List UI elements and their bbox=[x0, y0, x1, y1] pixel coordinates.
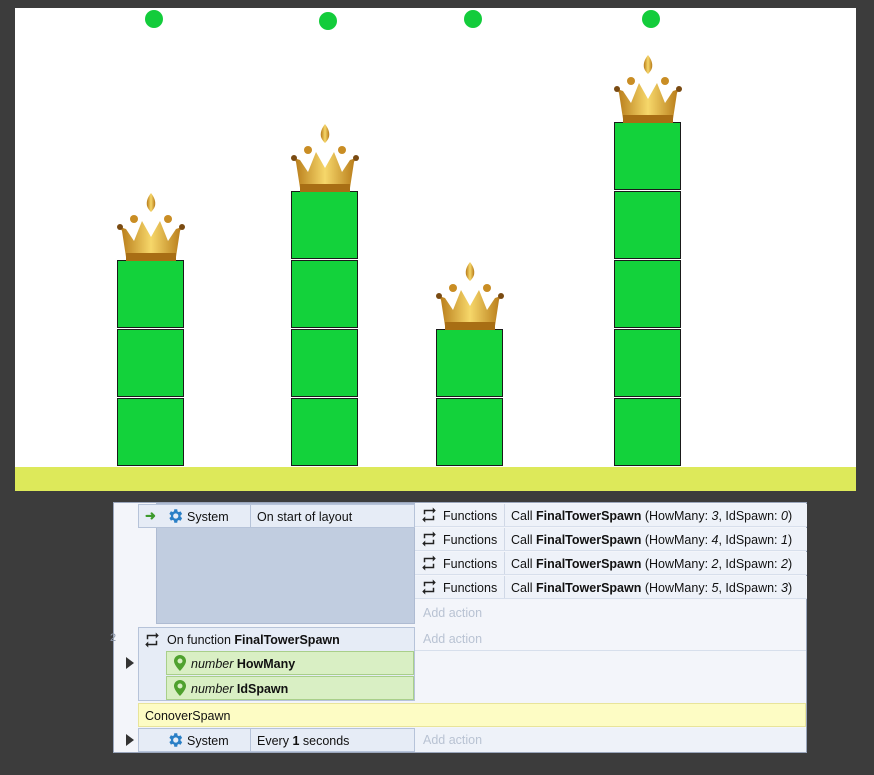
column-divider bbox=[504, 576, 505, 598]
gear-icon bbox=[169, 733, 183, 747]
function-condition-text: On function FinalTowerSpawn bbox=[167, 633, 340, 647]
tower-block bbox=[436, 329, 503, 397]
tower-block bbox=[614, 122, 681, 190]
action-text: Call FinalTowerSpawn (HowMany: 3, IdSpaw… bbox=[511, 509, 793, 523]
tower-block bbox=[614, 191, 681, 259]
event-2-line-number: 2 bbox=[110, 632, 117, 644]
tower-block bbox=[436, 398, 503, 466]
tower-block bbox=[117, 398, 184, 466]
action-row[interactable]: Functions Call FinalTowerSpawn (HowMany: … bbox=[415, 576, 807, 599]
condition-object: System bbox=[187, 510, 229, 524]
action-text: Call FinalTowerSpawn (HowMany: 2, IdSpaw… bbox=[511, 557, 793, 571]
tower-block bbox=[614, 260, 681, 328]
collapse-arrow-icon[interactable] bbox=[126, 734, 134, 746]
start-arrow-icon: ➜ bbox=[145, 508, 156, 523]
function-param-row[interactable]: number HowMany bbox=[166, 651, 414, 675]
condition-text: Every 1 seconds bbox=[257, 734, 350, 748]
action-object: Functions bbox=[443, 533, 498, 547]
column-divider bbox=[504, 552, 505, 574]
tower-block bbox=[117, 260, 184, 328]
tower-block bbox=[291, 260, 358, 328]
parameter-pin-icon bbox=[174, 680, 186, 696]
column-divider bbox=[504, 528, 505, 550]
tower-block bbox=[614, 329, 681, 397]
param-text: number IdSpawn bbox=[191, 682, 289, 696]
crown-icon bbox=[114, 191, 188, 263]
action-row[interactable]: Functions Call FinalTowerSpawn (HowMany: … bbox=[415, 528, 807, 551]
event-3[interactable]: System Every 1 seconds Add action bbox=[138, 728, 806, 752]
action-object: Functions bbox=[443, 509, 498, 523]
spawn-marker-0 bbox=[145, 10, 163, 28]
tower-block bbox=[291, 398, 358, 466]
gear-icon bbox=[169, 509, 183, 523]
condition-object: System bbox=[187, 734, 229, 748]
function-loop-icon bbox=[422, 531, 436, 547]
action-text: Call FinalTowerSpawn (HowMany: 4, IdSpaw… bbox=[511, 533, 793, 547]
parameter-pin-icon bbox=[174, 655, 186, 671]
spawn-marker-3 bbox=[642, 10, 660, 28]
action-object: Functions bbox=[443, 557, 498, 571]
tower-block bbox=[614, 398, 681, 466]
comment-row[interactable]: ConoverSpawn bbox=[138, 703, 806, 727]
tower-block bbox=[291, 191, 358, 259]
event-2-action-area[interactable] bbox=[415, 627, 806, 651]
event-1[interactable]: ➜ System On start of layout Functions Cal… bbox=[114, 503, 807, 625]
event-3-action-area[interactable]: Add action bbox=[415, 728, 806, 752]
comment-text: ConoverSpawn bbox=[145, 709, 231, 723]
spawn-marker-1 bbox=[319, 12, 337, 30]
action-row[interactable]: Functions Call FinalTowerSpawn (HowMany: … bbox=[415, 552, 807, 575]
function-param-row[interactable]: number IdSpawn bbox=[166, 676, 414, 700]
param-text: number HowMany bbox=[191, 657, 296, 671]
function-loop-icon bbox=[422, 507, 436, 523]
game-viewport bbox=[15, 8, 856, 491]
condition-row[interactable]: System Every 1 seconds bbox=[138, 728, 415, 752]
column-divider bbox=[250, 729, 251, 751]
add-action-link[interactable]: Add action bbox=[423, 606, 482, 620]
collapse-arrow-icon[interactable] bbox=[126, 657, 134, 669]
crown-icon bbox=[288, 122, 362, 194]
crown-icon bbox=[433, 260, 507, 332]
column-divider bbox=[250, 505, 251, 527]
action-text: Call FinalTowerSpawn (HowMany: 5, IdSpaw… bbox=[511, 581, 793, 595]
condition-row[interactable]: ➜ System On start of layout bbox=[138, 504, 415, 528]
spawn-marker-2 bbox=[464, 10, 482, 28]
event-sheet: ➜ System On start of layout Functions Cal… bbox=[110, 502, 807, 753]
tower-block bbox=[291, 329, 358, 397]
condition-text: On start of layout bbox=[257, 510, 353, 524]
function-loop-icon bbox=[422, 579, 436, 595]
add-action-link[interactable]: Add action bbox=[423, 733, 482, 747]
ground bbox=[15, 467, 856, 491]
function-loop-icon bbox=[422, 555, 436, 571]
function-loop-icon bbox=[145, 632, 159, 648]
column-divider bbox=[504, 504, 505, 526]
action-row[interactable]: Functions Call FinalTowerSpawn (HowMany: … bbox=[415, 504, 807, 527]
action-object: Functions bbox=[443, 581, 498, 595]
crown-icon bbox=[611, 53, 685, 125]
tower-block bbox=[117, 329, 184, 397]
